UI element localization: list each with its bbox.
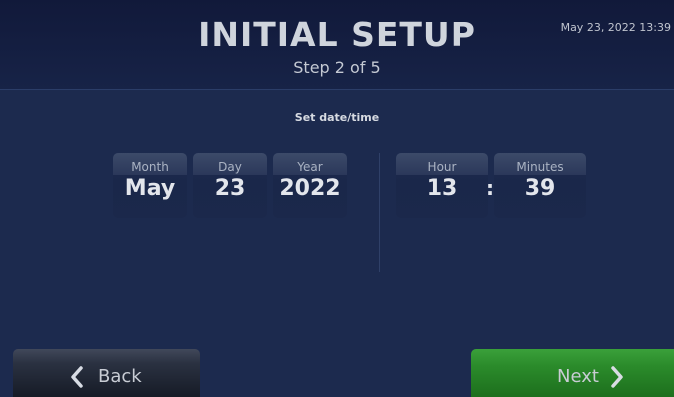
hour-label: Hour [396, 153, 488, 175]
minutes-value: 39 [524, 176, 556, 201]
day-field[interactable]: Day 23 [193, 153, 267, 218]
minutes-field[interactable]: Minutes 39 [494, 153, 586, 218]
header-bar: INITIAL SETUP Step 2 of 5 May 23, 2022 1… [0, 0, 674, 90]
back-label: Back [98, 366, 142, 387]
month-value: May [124, 176, 176, 201]
date-time-divider [379, 153, 380, 272]
chevron-right-icon [611, 366, 623, 388]
year-value: 2022 [279, 176, 341, 201]
step-indicator: Step 2 of 5 [293, 58, 381, 77]
setup-screen: INITIAL SETUP Step 2 of 5 May 23, 2022 1… [0, 0, 674, 397]
day-label: Day [193, 153, 267, 175]
next-label: Next [557, 366, 599, 387]
month-field[interactable]: Month May [113, 153, 187, 218]
next-button[interactable]: Next [471, 349, 674, 397]
chevron-left-icon [71, 366, 83, 388]
hour-field[interactable]: Hour 13 [396, 153, 488, 218]
day-value: 23 [214, 176, 246, 201]
datetime-display: May 23, 2022 13:39 [560, 21, 671, 34]
month-label: Month [113, 153, 187, 175]
section-heading: Set date/time [294, 111, 380, 124]
back-button[interactable]: Back [13, 349, 200, 397]
hour-value: 13 [426, 176, 458, 201]
year-label: Year [273, 153, 347, 175]
year-field[interactable]: Year 2022 [273, 153, 347, 218]
minutes-label: Minutes [494, 153, 586, 175]
